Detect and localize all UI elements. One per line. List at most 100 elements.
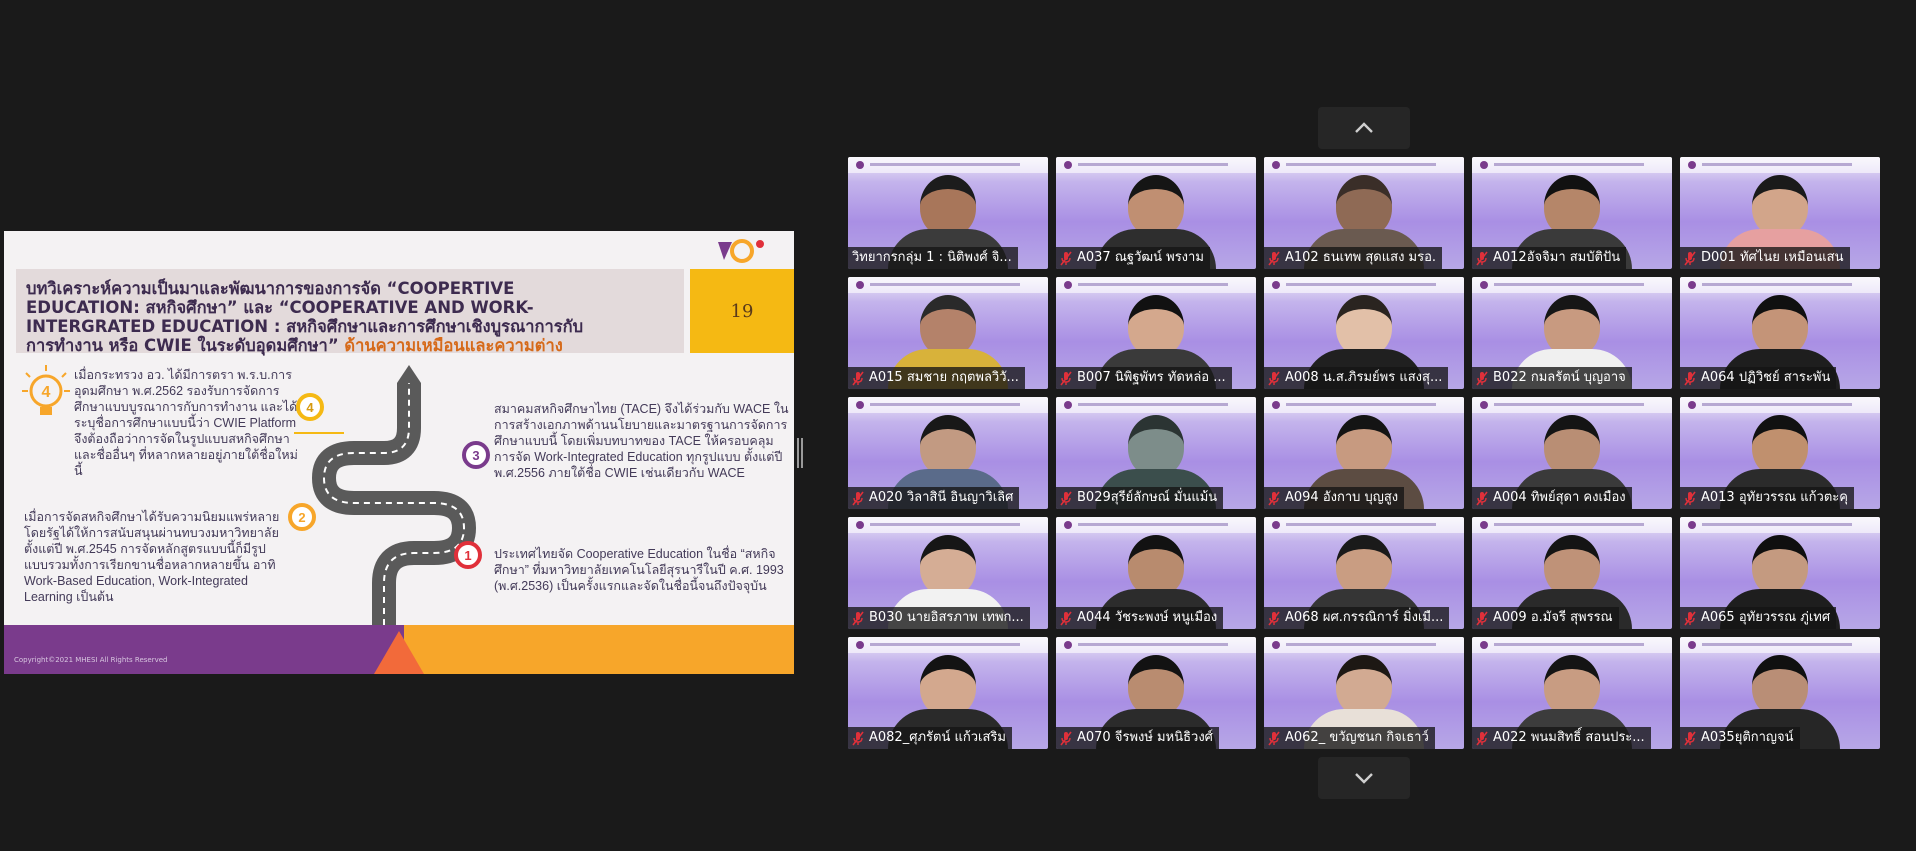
step-4-marker: 4 — [296, 393, 324, 421]
slide-footer: Copyright©2021 MHESI All Rights Reserved — [4, 625, 794, 674]
virtual-background-banner — [1680, 637, 1880, 653]
mic-muted-icon — [852, 611, 864, 625]
participant-name: A037 ณฐวัฒน์ พรงาม — [1077, 250, 1204, 265]
virtual-background-banner — [1056, 517, 1256, 533]
participant-name: A068 ผศ.กรรณิการ์ มิ่งเมื... — [1285, 610, 1444, 625]
participant-video-tile[interactable]: A020 วิลาสินี อินญาวิเลิศ — [848, 397, 1048, 509]
participant-video-tile[interactable]: A044 วัชระพงษ์ หนูเมือง — [1056, 517, 1256, 629]
virtual-background-banner — [1056, 277, 1256, 293]
participant-nameplate: A102 ธนเทพ สุดแสง มรอ. — [1264, 247, 1443, 269]
participant-nameplate: A008 น.ส.ภิรมย์พร แสงสุ... — [1264, 367, 1449, 389]
participant-nameplate: A015 สมชาย กฤตพลวิวั... — [848, 367, 1025, 389]
participant-nameplate: B030 นายอิสรภาพ เทพก... — [848, 607, 1030, 629]
mic-muted-icon — [1476, 491, 1488, 505]
mic-muted-icon — [1684, 491, 1696, 505]
mic-muted-icon — [1060, 611, 1072, 625]
virtual-background-banner — [848, 397, 1048, 413]
participant-video-tile[interactable]: A102 ธนเทพ สุดแสง มรอ. — [1264, 157, 1464, 269]
mic-muted-icon — [852, 491, 864, 505]
participant-name: A070 จีรพงษ์ มหนิธิวงศ์ — [1077, 730, 1213, 745]
mic-muted-icon — [1268, 611, 1280, 625]
participant-nameplate: D001 ทัศไนย เหมือนเสน — [1680, 247, 1850, 269]
gallery-next-page-button[interactable] — [1318, 757, 1410, 799]
gallery-prev-page-button[interactable] — [1318, 107, 1410, 149]
virtual-background-banner — [1680, 157, 1880, 173]
mic-muted-icon — [1476, 371, 1488, 385]
participant-video-tile[interactable]: A012อัจจิมา สมบัติปัน — [1472, 157, 1672, 269]
virtual-background-banner — [1264, 637, 1464, 653]
participant-name: A008 น.ส.ภิรมย์พร แสงสุ... — [1285, 370, 1443, 385]
participant-video-tile[interactable]: A008 น.ส.ภิรมย์พร แสงสุ... — [1264, 277, 1464, 389]
participant-name: A004 ทิพย์สุดา คงเมือง — [1493, 490, 1626, 505]
virtual-background-banner — [848, 637, 1048, 653]
slide-copyright: Copyright©2021 MHESI All Rights Reserved — [14, 656, 168, 664]
participant-nameplate: B022 กมลรัตน์ บุญอาจ — [1472, 367, 1632, 389]
participant-video-tile[interactable]: A037 ณฐวัฒน์ พรงาม — [1056, 157, 1256, 269]
participant-video-tile[interactable]: B007 นิพิฐพัทร ทัดหล่อ ... — [1056, 277, 1256, 389]
participant-video-tile[interactable]: A035ยุติกาญจน์ — [1680, 637, 1880, 749]
participant-name: A012อัจจิมา สมบัติปัน — [1493, 250, 1621, 265]
svg-text:4: 4 — [306, 400, 314, 415]
virtual-background-banner — [848, 517, 1048, 533]
participant-video-tile[interactable]: B030 นายอิสรภาพ เทพก... — [848, 517, 1048, 629]
slide-title-box: บทวิเคราะห์ความเป็นมาและพัฒนาการของการจั… — [16, 269, 684, 355]
participant-name: D001 ทัศไนย เหมือนเสน — [1701, 250, 1844, 265]
participant-video-tile[interactable]: D001 ทัศไนย เหมือนเสน — [1680, 157, 1880, 269]
participant-gallery: วิทยากรกลุ่ม 1 : นิติพงศ์ จิ... A037 ณฐวั… — [848, 157, 1880, 749]
participant-nameplate: B007 นิพิฐพัทร ทัดหล่อ ... — [1056, 367, 1232, 389]
svg-text:3: 3 — [472, 448, 479, 463]
mic-muted-icon — [1476, 251, 1488, 265]
participant-video-tile[interactable]: A065 อุทัยวรรณ ภู่เทศ — [1680, 517, 1880, 629]
participant-name: วิทยากรกลุ่ม 1 : นิติพงศ์ จิ... — [852, 250, 1012, 265]
slide-page-number: 19 — [690, 269, 794, 353]
participant-nameplate: A065 อุทัยวรรณ ภู่เทศ — [1680, 607, 1837, 629]
virtual-background-banner — [1680, 397, 1880, 413]
mic-muted-icon — [1684, 731, 1696, 745]
participant-name: A013 อุทัยวรรณ แก้วตะคุ — [1701, 490, 1848, 505]
chevron-down-icon — [1355, 773, 1373, 784]
participant-video-tile[interactable]: A064 ปฏิวิชย์ สาระพัน — [1680, 277, 1880, 389]
virtual-background-banner — [1264, 157, 1464, 173]
participant-video-tile[interactable]: A004 ทิพย์สุดา คงเมือง — [1472, 397, 1672, 509]
virtual-background-banner — [1680, 517, 1880, 533]
big-step-number: 4 — [42, 384, 51, 401]
virtual-background-banner — [1264, 397, 1464, 413]
ministry-logo — [718, 239, 764, 263]
slide-title-highlight: ด้านความเหมือนและความต่าง — [344, 336, 563, 355]
participant-nameplate: A004 ทิพย์สุดา คงเมือง — [1472, 487, 1632, 509]
participant-video-tile[interactable]: A022 พนมสิทธิ์ สอนประ... — [1472, 637, 1672, 749]
virtual-background-banner — [1056, 397, 1256, 413]
virtual-background-banner — [848, 157, 1048, 173]
virtual-background-banner — [1264, 517, 1464, 533]
participant-nameplate: A068 ผศ.กรรณิการ์ มิ่งเมื... — [1264, 607, 1450, 629]
mic-muted-icon — [1268, 731, 1280, 745]
participant-nameplate: A022 พนมสิทธิ์ สอนประ... — [1472, 727, 1651, 749]
participant-name: A022 พนมสิทธิ์ สอนประ... — [1493, 730, 1645, 745]
participant-video-tile[interactable]: A070 จีรพงษ์ มหนิธิวงศ์ — [1056, 637, 1256, 749]
participant-video-tile[interactable]: A013 อุทัยวรรณ แก้วตะคุ — [1680, 397, 1880, 509]
participant-nameplate: B029สุรีย์ลักษณ์ มั่นแม้น — [1056, 487, 1224, 509]
mic-muted-icon — [1268, 371, 1280, 385]
participant-video-tile[interactable]: A009 อ.มัจรี สุพรรณ — [1472, 517, 1672, 629]
participant-name: A035ยุติกาญจน์ — [1701, 730, 1794, 745]
participant-video-tile[interactable]: A068 ผศ.กรรณิการ์ มิ่งเมื... — [1264, 517, 1464, 629]
virtual-background-banner — [1680, 277, 1880, 293]
split-view-resize-handle[interactable] — [797, 438, 803, 468]
participant-name: A044 วัชระพงษ์ หนูเมือง — [1077, 610, 1218, 625]
participant-video-tile[interactable]: A082_ศุภรัตน์ แก้วเสริม — [848, 637, 1048, 749]
participant-video-tile[interactable]: A015 สมชาย กฤตพลวิวั... — [848, 277, 1048, 389]
participant-name: B007 นิพิฐพัทร ทัดหล่อ ... — [1077, 370, 1226, 385]
participant-nameplate: A013 อุทัยวรรณ แก้วตะคุ — [1680, 487, 1854, 509]
virtual-background-banner — [1472, 637, 1672, 653]
participant-video-tile[interactable]: A062_ ขวัญชนก กิจเธาว์ — [1264, 637, 1464, 749]
participant-name: A064 ปฏิวิชย์ สาระพัน — [1701, 370, 1831, 385]
participant-video-tile[interactable]: B022 กมลรัตน์ บุญอาจ — [1472, 277, 1672, 389]
participant-name: B029สุรีย์ลักษณ์ มั่นแม้น — [1077, 490, 1218, 505]
participant-video-tile[interactable]: วิทยากรกลุ่ม 1 : นิติพงศ์ จิ... — [848, 157, 1048, 269]
virtual-background-banner — [1472, 517, 1672, 533]
participant-video-tile[interactable]: B029สุรีย์ลักษณ์ มั่นแม้น — [1056, 397, 1256, 509]
step-3-marker: 3 — [462, 441, 490, 469]
mic-muted-icon — [1060, 371, 1072, 385]
participant-video-tile[interactable]: A094 อังกาบ บุญสูง — [1264, 397, 1464, 509]
virtual-background-banner — [848, 277, 1048, 293]
